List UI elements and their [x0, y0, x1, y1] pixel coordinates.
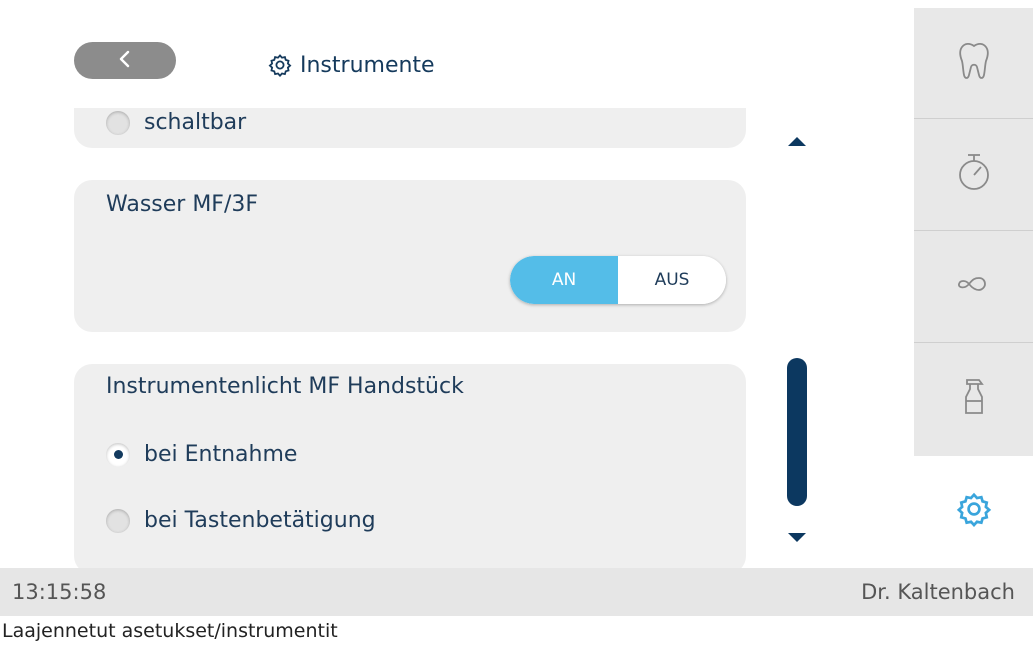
status-time: 13:15:58	[12, 580, 107, 604]
chevron-left-icon	[118, 50, 132, 72]
status-bar: 13:15:58 Dr. Kaltenbach	[0, 568, 1033, 616]
toggle-off-option[interactable]: AUS	[618, 256, 726, 304]
scrollbar-thumb[interactable]	[787, 358, 807, 506]
radio-button[interactable]	[106, 508, 130, 533]
gear-icon	[956, 491, 992, 531]
sidebar-item-tooth[interactable]	[914, 8, 1033, 118]
sidebar-item-stopwatch[interactable]	[914, 119, 1033, 229]
water-toggle[interactable]: AN AUS	[510, 256, 726, 304]
infinity-icon	[954, 262, 994, 310]
settings-card-water: Wasser MF/3F AN AUS	[74, 180, 746, 332]
settings-card-light: Instrumentenlicht MF Handstück bei Entna…	[74, 364, 746, 570]
gear-icon	[268, 53, 292, 77]
radio-button[interactable]	[106, 110, 130, 135]
toggle-on-option[interactable]: AN	[510, 256, 618, 304]
sidebar	[914, 8, 1033, 456]
scroll-up-arrow-icon[interactable]	[788, 137, 806, 146]
caption: Laajennetut asetukset/instrumentit	[2, 620, 338, 642]
card-title: Wasser MF/3F	[106, 192, 259, 217]
radio-label: bei Tastenbetätigung	[144, 508, 376, 533]
sidebar-item-spray[interactable]	[914, 343, 1033, 453]
radio-option-schaltbar[interactable]: schaltbar	[106, 110, 246, 135]
spray-bottle-icon	[954, 374, 994, 422]
stopwatch-icon	[954, 150, 994, 198]
tooth-icon	[954, 39, 994, 87]
radio-option-tastenbetaetigung[interactable]: bei Tastenbetätigung	[106, 508, 376, 533]
radio-label: bei Entnahme	[144, 442, 298, 467]
radio-option-entnahme[interactable]: bei Entnahme	[106, 442, 297, 467]
card-title: Instrumentenlicht MF Handstück	[106, 374, 464, 399]
page-title-label: Instrumente	[300, 52, 435, 78]
radio-button-selected[interactable]	[106, 442, 130, 467]
status-user: Dr. Kaltenbach	[861, 580, 1015, 604]
back-button[interactable]	[74, 42, 176, 79]
radio-label: schaltbar	[144, 110, 247, 135]
settings-list[interactable]: schaltbar Wasser MF/3F AN AUS Instrument…	[74, 108, 748, 570]
page-title: Instrumente	[268, 50, 435, 80]
settings-card-partial: schaltbar	[74, 108, 746, 148]
scroll-down-arrow-icon[interactable]	[788, 533, 806, 542]
sidebar-item-infinity[interactable]	[914, 231, 1033, 341]
sidebar-item-settings-active[interactable]	[914, 456, 1033, 566]
